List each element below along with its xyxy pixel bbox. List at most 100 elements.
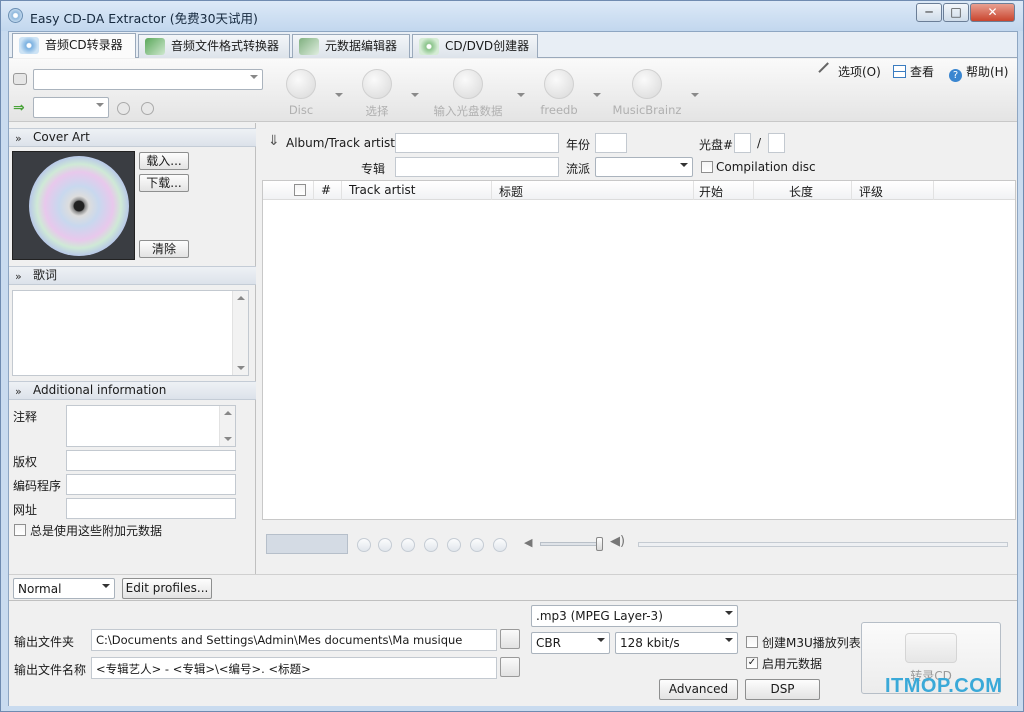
- output-folder-label: 输出文件夹: [14, 635, 75, 649]
- col-track-artist[interactable]: Track artist: [349, 183, 416, 197]
- additional-info-title: Additional information: [33, 383, 167, 397]
- musicbrainz-icon: [632, 69, 662, 99]
- drive-select[interactable]: [33, 69, 263, 90]
- url-input[interactable]: [66, 498, 236, 519]
- tab-audio-converter[interactable]: 音频文件格式转换器: [138, 34, 290, 58]
- disc-data-dropdown-arrow[interactable]: [517, 93, 525, 97]
- col-rating[interactable]: 评级: [859, 183, 883, 200]
- genre-select[interactable]: [595, 157, 693, 177]
- profile-select[interactable]: Normal: [13, 578, 115, 599]
- lyrics-scrollbar[interactable]: [232, 291, 248, 375]
- rewind-icon[interactable]: [401, 538, 415, 552]
- advanced-button[interactable]: Advanced: [659, 679, 738, 700]
- disc-number-input[interactable]: [734, 133, 751, 153]
- musicbrainz-dropdown-arrow[interactable]: [691, 93, 699, 97]
- view-menu[interactable]: 查看: [893, 63, 934, 80]
- main-tabs: 音频CD转录器 音频文件格式转换器 元数据编辑器 CD/DVD创建器: [9, 32, 1017, 58]
- comment-scrollbar[interactable]: [219, 406, 235, 446]
- close-tray-icon[interactable]: [141, 102, 154, 115]
- compilation-checkbox[interactable]: [701, 161, 713, 173]
- genre-label: 流派: [566, 162, 591, 176]
- sort-down-arrow-icon[interactable]: ⇓: [268, 133, 280, 149]
- mode-select[interactable]: CBR: [531, 632, 610, 654]
- maximize-button[interactable]: □: [943, 3, 969, 22]
- browse-folder-icon[interactable]: [500, 629, 520, 649]
- fast-forward-icon[interactable]: [424, 538, 438, 552]
- skip-back-icon[interactable]: [378, 538, 392, 552]
- edit-profiles-button[interactable]: Edit profiles...: [122, 578, 212, 599]
- encoder-input[interactable]: [66, 474, 236, 495]
- year-input[interactable]: [595, 133, 627, 153]
- disc-total-input[interactable]: [768, 133, 785, 153]
- window-title: Easy CD-DA Extractor (免费30天试用): [30, 11, 258, 26]
- copyright-input[interactable]: [66, 450, 236, 471]
- musicbrainz-button[interactable]: MusicBrainz: [605, 69, 689, 117]
- minimize-button[interactable]: ─: [916, 3, 942, 22]
- volume-slider[interactable]: [540, 537, 603, 551]
- enable-metadata-checkbox[interactable]: ✓: [746, 657, 758, 669]
- format-select[interactable]: .mp3 (MPEG Layer-3): [531, 605, 738, 627]
- select-button[interactable]: 选择: [347, 69, 407, 119]
- additional-info-header[interactable]: » Additional information: [9, 381, 256, 400]
- help-menu[interactable]: ? 帮助(H): [949, 63, 1008, 82]
- volume-slider-thumb[interactable]: [596, 537, 603, 551]
- tab-label: CD/DVD创建器: [445, 39, 530, 53]
- album-artists-input[interactable]: [395, 133, 559, 153]
- enter-disc-data-button[interactable]: 输入光盘数据: [423, 69, 513, 119]
- tab-audio-cd-ripper[interactable]: 音频CD转录器: [12, 33, 136, 58]
- collapse-chevron-icon: »: [15, 385, 22, 398]
- close-button[interactable]: ✕: [970, 3, 1015, 22]
- dsp-button[interactable]: DSP: [745, 679, 820, 700]
- tab-cd-dvd-creator[interactable]: CD/DVD创建器: [412, 34, 538, 58]
- clear-cover-button[interactable]: 清除: [139, 240, 189, 258]
- output-folder-input[interactable]: C:\Documents and Settings\Admin\Mes docu…: [91, 629, 497, 651]
- disc-icon: [286, 69, 316, 99]
- eject-icon[interactable]: [117, 102, 130, 115]
- album-input[interactable]: [395, 157, 559, 177]
- play-icon[interactable]: [357, 538, 371, 552]
- freedb-dropdown-arrow[interactable]: [593, 93, 601, 97]
- view-grid-icon: [893, 65, 906, 78]
- disc-button[interactable]: Disc: [271, 69, 331, 117]
- left-panel: » Cover Art 载入... 下载... 清除 » 歌词 » Additi…: [9, 123, 256, 574]
- col-title[interactable]: 标题: [499, 183, 523, 200]
- col-number[interactable]: #: [321, 183, 331, 197]
- lyrics-textarea[interactable]: [12, 290, 249, 376]
- load-cover-button[interactable]: 载入...: [139, 152, 189, 170]
- title-bar: Easy CD-DA Extractor (免费30天试用) ─ □ ✕: [1, 1, 1023, 31]
- cd-drive-icon: [13, 73, 27, 85]
- collapse-chevron-icon: »: [15, 270, 22, 283]
- copyright-label: 版权: [13, 455, 38, 469]
- always-use-checkbox[interactable]: [14, 524, 26, 536]
- filename-tags-icon[interactable]: [500, 657, 520, 677]
- format-value: .mp3 (MPEG Layer-3): [536, 609, 663, 623]
- site-watermark: ITMOP.COM: [885, 675, 1003, 697]
- seek-bar[interactable]: [638, 542, 1008, 547]
- player-bar: ◀ ◀): [262, 528, 1016, 558]
- track-list[interactable]: # Track artist 标题 开始 长度 评级: [262, 180, 1016, 520]
- tools-icon: [818, 62, 837, 81]
- select-dropdown-arrow[interactable]: [411, 93, 419, 97]
- pause-icon[interactable]: [493, 538, 507, 552]
- create-m3u-checkbox[interactable]: [746, 636, 758, 648]
- col-length[interactable]: 长度: [789, 183, 813, 200]
- tab-label: 音频CD转录器: [45, 38, 123, 52]
- toolbar: ⇒ Disc 选择 输入光盘数据 freedb MusicBrainz 选项(O…: [9, 59, 1017, 122]
- select-all-checkbox[interactable]: [294, 184, 306, 196]
- skip-forward-icon[interactable]: [447, 538, 461, 552]
- cover-art-header[interactable]: » Cover Art: [9, 128, 256, 147]
- album-label: 专辑: [361, 162, 386, 176]
- options-menu[interactable]: 选项(O): [818, 62, 881, 81]
- output-settings: 输出文件夹 C:\Documents and Settings\Admin\Me…: [9, 600, 1017, 706]
- comment-textarea[interactable]: [66, 405, 236, 447]
- tab-metadata-editor[interactable]: 元数据编辑器: [292, 34, 410, 58]
- output-filename-input[interactable]: <专辑艺人> - <专辑>\<编号>. <标题>: [91, 657, 497, 679]
- stop-icon[interactable]: [470, 538, 484, 552]
- lyrics-header[interactable]: » 歌词: [9, 266, 256, 285]
- freedb-button[interactable]: freedb: [529, 69, 589, 117]
- col-start[interactable]: 开始: [699, 183, 723, 200]
- speed-select[interactable]: [33, 97, 109, 118]
- download-cover-button[interactable]: 下载...: [139, 174, 189, 192]
- disc-dropdown-arrow[interactable]: [335, 93, 343, 97]
- bitrate-select[interactable]: 128 kbit/s: [615, 632, 738, 654]
